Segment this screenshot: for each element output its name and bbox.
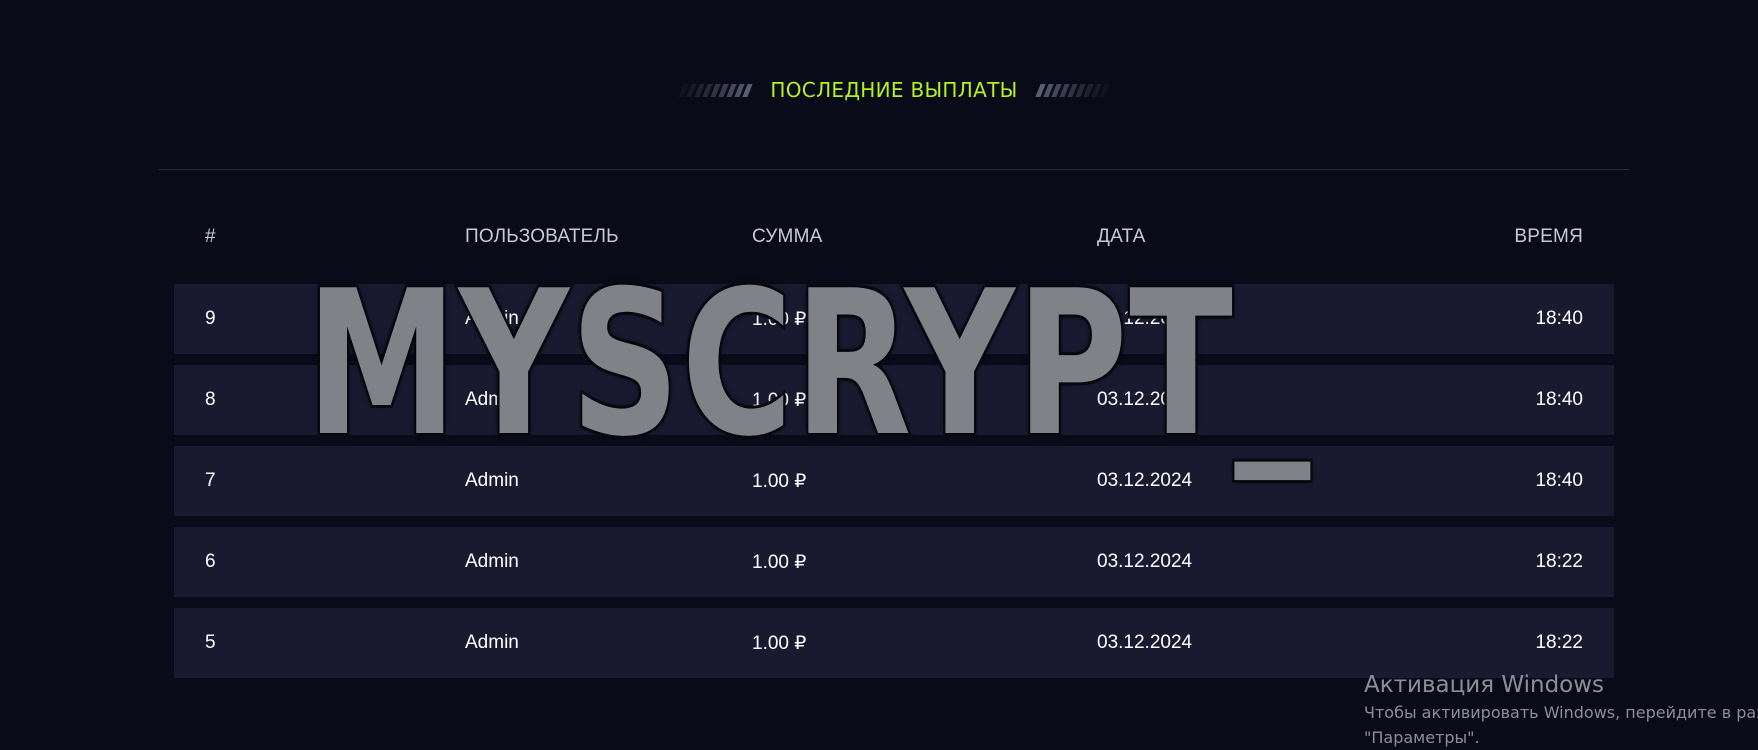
row-time: 18:22 — [1535, 632, 1583, 653]
row-time: 18:40 — [1535, 308, 1583, 329]
decorative-stripes-left — [678, 83, 754, 97]
windows-activation-title: Активация Windows — [1364, 672, 1605, 698]
row-num: 7 — [205, 470, 216, 491]
table-row: 6 Admin 1.00 ₽ 03.12.2024 18:22 — [174, 527, 1614, 597]
row-time: 18:40 — [1535, 470, 1583, 491]
table-row: 7 Admin 1.00 ₽ 03.12.2024 18:40 — [174, 446, 1614, 516]
header-sum: СУММА — [752, 226, 823, 247]
row-user: Admin — [465, 389, 519, 410]
row-user: Admin — [465, 308, 519, 329]
row-sum: 1.00 ₽ — [752, 389, 807, 411]
row-date: 03.12.2024 — [1097, 308, 1193, 329]
row-num: 9 — [205, 308, 216, 329]
row-sum: 1.00 ₽ — [752, 632, 807, 654]
header-num: # — [205, 226, 216, 247]
row-user: Admin — [465, 632, 519, 653]
section-divider — [159, 169, 1629, 170]
section-title: ПОСЛЕДНИЕ ВЫПЛАТЫ — [770, 78, 1018, 102]
row-time: 18:40 — [1535, 389, 1583, 410]
row-user: Admin — [465, 551, 519, 572]
row-date: 03.12.2024 — [1097, 632, 1193, 653]
decorative-stripes-right — [1034, 83, 1110, 97]
section-header: ПОСЛЕДНИЕ ВЫПЛАТЫ — [0, 78, 1758, 102]
payouts-table: # ПОЛЬЗОВАТЕЛЬ СУММА ДАТА ВРЕМЯ 9 Admin … — [174, 200, 1614, 689]
row-num: 6 — [205, 551, 216, 572]
row-sum: 1.00 ₽ — [752, 470, 807, 492]
header-date: ДАТА — [1097, 226, 1146, 247]
row-num: 5 — [205, 632, 216, 653]
windows-activation-line2: "Параметры". — [1364, 728, 1480, 747]
row-user: Admin — [465, 470, 519, 491]
header-time: ВРЕМЯ — [1514, 226, 1583, 247]
row-sum: 1.00 ₽ — [752, 551, 807, 573]
header-user: ПОЛЬЗОВАТЕЛЬ — [465, 226, 619, 247]
table-row: 5 Admin 1.00 ₽ 03.12.2024 18:22 — [174, 608, 1614, 678]
table-row: 9 Admin 1.00 ₽ 03.12.2024 18:40 — [174, 284, 1614, 354]
row-sum: 1.00 ₽ — [752, 308, 807, 330]
row-date: 03.12.2024 — [1097, 389, 1193, 410]
row-date: 03.12.2024 — [1097, 551, 1193, 572]
table-row: 8 Admin 1.00 ₽ 03.12.2024 18:40 — [174, 365, 1614, 435]
windows-activation-notice: Активация Windows Чтобы активировать Win… — [1364, 670, 1758, 750]
windows-activation-line1: Чтобы активировать Windows, перейдите в … — [1364, 703, 1758, 722]
row-time: 18:22 — [1535, 551, 1583, 572]
row-num: 8 — [205, 389, 216, 410]
table-header-row: # ПОЛЬЗОВАТЕЛЬ СУММА ДАТА ВРЕМЯ — [174, 200, 1614, 274]
row-date: 03.12.2024 — [1097, 470, 1193, 491]
